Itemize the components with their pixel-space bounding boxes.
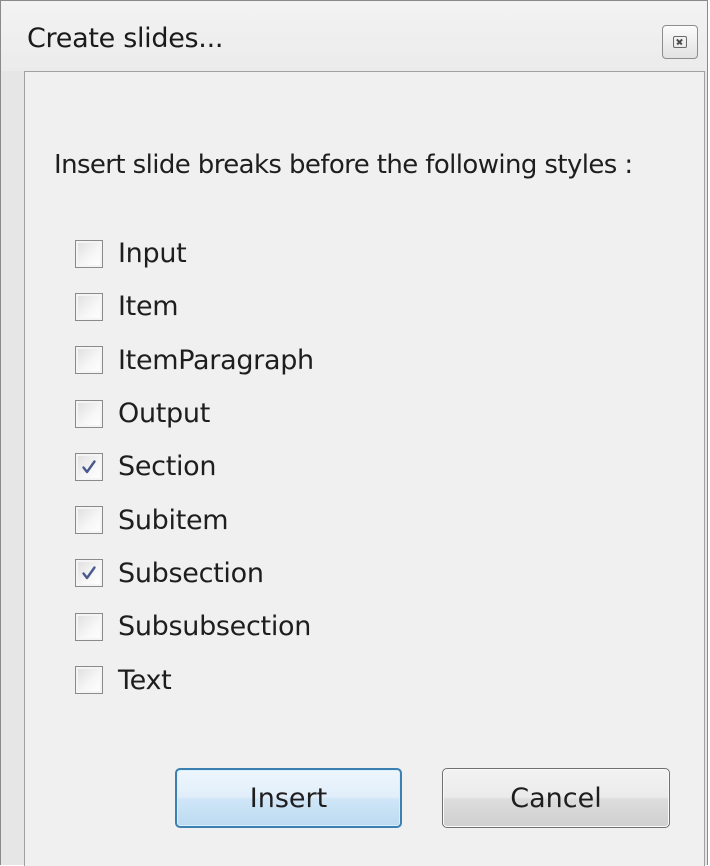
- option-label: Item: [118, 291, 179, 323]
- close-icon: [673, 36, 687, 48]
- option-label: Input: [118, 238, 187, 270]
- checkbox[interactable]: [75, 559, 103, 588]
- insert-button[interactable]: Insert: [175, 768, 402, 828]
- style-option-subsubsection[interactable]: Subsubsection: [75, 600, 314, 653]
- option-label: Output: [118, 398, 210, 430]
- style-option-subsection[interactable]: Subsection: [75, 547, 314, 600]
- checkbox[interactable]: [75, 399, 103, 428]
- option-label: Subsection: [118, 557, 264, 589]
- option-label: Section: [118, 451, 217, 483]
- checkbox[interactable]: [75, 239, 103, 268]
- instruction-text: Insert slide breaks before the following…: [54, 150, 633, 180]
- checkbox[interactable]: [75, 292, 103, 321]
- style-options-list: Input Item ItemParagraph Output Section …: [75, 227, 314, 707]
- checkbox[interactable]: [75, 666, 103, 695]
- style-option-itemparagraph[interactable]: ItemParagraph: [75, 334, 314, 387]
- checkmark-icon: [82, 460, 96, 474]
- style-option-item[interactable]: Item: [75, 280, 314, 333]
- close-button[interactable]: [662, 25, 698, 59]
- dialog-content: Insert slide breaks before the following…: [24, 71, 705, 866]
- option-label: Text: [118, 664, 172, 696]
- checkbox[interactable]: [75, 346, 103, 375]
- title-bar: Create slides...: [1, 1, 707, 71]
- checkmark-icon: [82, 566, 96, 580]
- checkbox[interactable]: [75, 612, 103, 641]
- style-option-text[interactable]: Text: [75, 653, 314, 706]
- checkbox[interactable]: [75, 452, 103, 481]
- style-option-section[interactable]: Section: [75, 440, 314, 493]
- checkbox[interactable]: [75, 506, 103, 535]
- style-option-subitem[interactable]: Subitem: [75, 493, 314, 546]
- style-option-input[interactable]: Input: [75, 227, 314, 280]
- option-label: Subitem: [118, 504, 229, 536]
- dialog-title: Create slides...: [27, 23, 224, 54]
- create-slides-dialog: Create slides... Insert slide breaks bef…: [0, 0, 708, 866]
- option-label: ItemParagraph: [118, 344, 314, 376]
- option-label: Subsubsection: [118, 611, 312, 643]
- cancel-button[interactable]: Cancel: [442, 768, 670, 828]
- style-option-output[interactable]: Output: [75, 387, 314, 440]
